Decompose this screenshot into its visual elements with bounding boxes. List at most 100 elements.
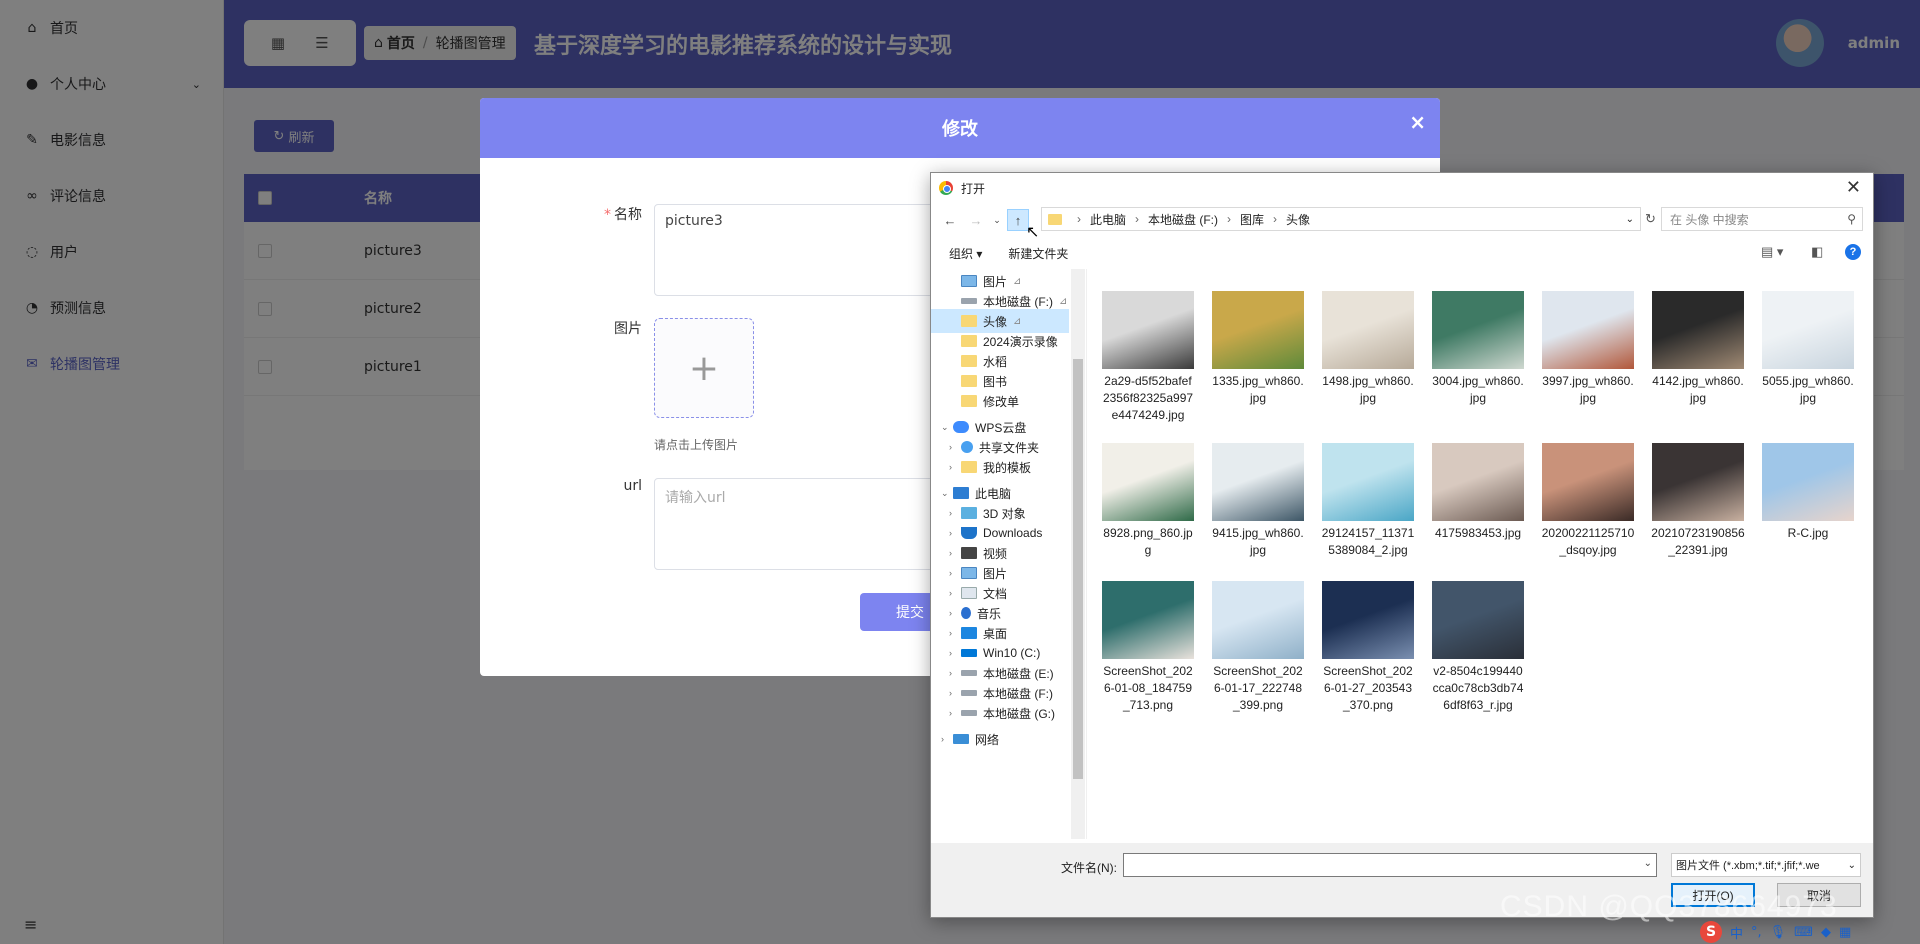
back-icon[interactable]: ← bbox=[939, 209, 961, 231]
tree-item-label: 我的模板 bbox=[983, 460, 1032, 475]
refresh-icon[interactable]: ↻ bbox=[1645, 211, 1656, 227]
breadcrumb-item[interactable]: 本地磁盘 (F:) bbox=[1148, 211, 1218, 228]
sogou-icon[interactable]: S bbox=[1700, 921, 1722, 943]
ime-mode[interactable]: 中 bbox=[1730, 923, 1743, 942]
pin-icon: ⊿ bbox=[1013, 275, 1022, 287]
forward-icon[interactable]: → bbox=[965, 209, 987, 231]
chevron-right-icon[interactable]: › bbox=[949, 628, 952, 638]
image-upload[interactable]: + bbox=[654, 318, 754, 418]
skin-icon[interactable]: ◆ bbox=[1821, 925, 1831, 940]
chevron-down-icon[interactable]: ⌄ bbox=[1644, 858, 1652, 869]
file-name: 29124157_113715389084_2.jpg bbox=[1321, 526, 1415, 557]
file-thumbnail bbox=[1212, 291, 1304, 369]
chevron-down-icon[interactable]: ⌄ bbox=[941, 488, 949, 499]
breadcrumb-item[interactable]: 图库 bbox=[1240, 211, 1264, 228]
toolbox-icon[interactable]: ▦ bbox=[1839, 925, 1851, 940]
tree-item[interactable]: › 我的模板 bbox=[949, 455, 1032, 479]
file-name: 2a29-d5f52bafef2356f82325a997e4474249.jp… bbox=[1102, 374, 1194, 422]
new-folder-button[interactable]: 新建文件夹 bbox=[1008, 245, 1068, 262]
tree-item[interactable]: › 本地磁盘 (G:) bbox=[949, 701, 1055, 725]
tree-item-label: Win10 (C:) bbox=[983, 646, 1041, 660]
chevron-right-icon[interactable]: › bbox=[949, 528, 952, 538]
chevron-right-icon[interactable]: › bbox=[949, 668, 952, 678]
tree-item-label: 本地磁盘 (G:) bbox=[983, 706, 1055, 721]
close-icon[interactable]: ✕ bbox=[1846, 177, 1861, 198]
file-thumbnail bbox=[1652, 443, 1744, 521]
chevron-right-icon[interactable]: › bbox=[949, 648, 952, 658]
cube-icon bbox=[961, 507, 977, 519]
file-item[interactable]: ScreenShot_2026-01-08_184759_713.png bbox=[1101, 581, 1195, 714]
pin-icon: ⊿ bbox=[1059, 295, 1068, 307]
address-bar[interactable]: › 此电脑 › 本地磁盘 (F:) › 图库 › 头像 ⌄ bbox=[1041, 207, 1641, 231]
file-thumbnail bbox=[1542, 291, 1634, 369]
file-item[interactable]: v2-8504c199440cca0c78cb3db746df8f63_r.jp… bbox=[1431, 581, 1525, 714]
chevron-right-icon[interactable]: › bbox=[949, 588, 952, 598]
file-item[interactable]: 4175983453.jpg bbox=[1431, 443, 1525, 542]
file-thumbnail bbox=[1212, 443, 1304, 521]
chevron-right-icon[interactable]: › bbox=[949, 688, 952, 698]
chevron-right-icon[interactable]: › bbox=[949, 462, 952, 472]
punctuation-icon[interactable]: °, bbox=[1751, 925, 1762, 940]
image-row: 图片 + 请点击上传图片 bbox=[480, 318, 754, 453]
file-name: v2-8504c199440cca0c78cb3db746df8f63_r.jp… bbox=[1432, 664, 1524, 712]
file-thumbnail bbox=[1432, 581, 1524, 659]
file-thumbnail bbox=[1212, 581, 1304, 659]
tree-item-label: 2024演示录像 bbox=[983, 334, 1058, 349]
file-item[interactable]: 20210723190856_22391.jpg bbox=[1651, 443, 1745, 559]
scrollbar-thumb[interactable] bbox=[1073, 359, 1083, 779]
file-name: 8928.png_860.jpg bbox=[1103, 526, 1193, 557]
tree-scrollbar[interactable] bbox=[1071, 269, 1085, 839]
file-item[interactable]: 29124157_113715389084_2.jpg bbox=[1321, 443, 1415, 559]
tree-item-label: 共享文件夹 bbox=[979, 440, 1040, 455]
keyboard-icon[interactable]: ⌨ bbox=[1794, 925, 1813, 940]
microphone-icon[interactable]: 🎙 bbox=[1770, 925, 1787, 940]
chevron-right-icon[interactable]: › bbox=[949, 608, 952, 618]
tree-item-label: 图片 bbox=[983, 274, 1008, 289]
file-item[interactable]: ScreenShot_2026-01-17_222748_399.png bbox=[1211, 581, 1305, 714]
file-item[interactable]: 1498.jpg_wh860.jpg bbox=[1321, 291, 1415, 407]
search-icon: ⚲ bbox=[1847, 212, 1856, 226]
file-item[interactable]: 9415.jpg_wh860.jpg bbox=[1211, 443, 1305, 559]
chevron-down-icon[interactable]: ⌄ bbox=[941, 422, 949, 433]
chevron-right-icon[interactable]: › bbox=[941, 734, 944, 744]
file-thumbnail bbox=[1322, 443, 1414, 521]
chevron-right-icon[interactable]: › bbox=[949, 442, 952, 452]
chrome-icon bbox=[939, 181, 953, 195]
close-icon[interactable]: × bbox=[1409, 110, 1426, 134]
filename-input[interactable]: ⌄ bbox=[1123, 853, 1657, 877]
chevron-right-icon[interactable]: › bbox=[949, 708, 952, 718]
recent-dropdown-icon[interactable]: ⌄ bbox=[991, 209, 1003, 231]
file-item[interactable]: 3997.jpg_wh860.jpg bbox=[1541, 291, 1635, 407]
tree-item-label: 本地磁盘 (F:) bbox=[983, 686, 1053, 701]
chevron-down-icon[interactable]: ⌄ bbox=[1626, 214, 1634, 225]
file-name: 4175983453.jpg bbox=[1434, 526, 1522, 540]
file-name: 20210723190856_22391.jpg bbox=[1651, 526, 1745, 557]
folder-icon bbox=[961, 315, 977, 327]
search-input[interactable]: 在 头像 中搜索 ⚲ bbox=[1661, 207, 1863, 231]
dialog-toolbar: 组织 ▾ 新建文件夹 ▤ ▾ ◧ ? bbox=[931, 237, 1873, 269]
chevron-right-icon[interactable]: › bbox=[949, 548, 952, 558]
pic-icon bbox=[961, 275, 977, 287]
file-item[interactable]: 3004.jpg_wh860.jpg bbox=[1431, 291, 1525, 407]
view-options-icon[interactable]: ▤ ▾ bbox=[1761, 244, 1783, 260]
file-item[interactable]: 8928.png_860.jpg bbox=[1101, 443, 1195, 559]
tree-item[interactable]: › 网络 bbox=[941, 727, 999, 751]
file-item[interactable]: 4142.jpg_wh860.jpg bbox=[1651, 291, 1745, 407]
cloud-icon bbox=[953, 421, 969, 433]
filetype-select[interactable]: 图片文件 (*.xbm;*.tif;*.jfif;*.we ⌄ bbox=[1671, 853, 1861, 877]
help-icon[interactable]: ? bbox=[1845, 244, 1861, 260]
organize-menu[interactable]: 组织 ▾ bbox=[949, 245, 982, 262]
file-item[interactable]: 2a29-d5f52bafef2356f82325a997e4474249.jp… bbox=[1101, 291, 1195, 424]
breadcrumb-item[interactable]: 此电脑 bbox=[1090, 211, 1126, 228]
file-item[interactable]: 1335.jpg_wh860.jpg bbox=[1211, 291, 1305, 407]
breadcrumb-item[interactable]: 头像 bbox=[1286, 211, 1310, 228]
file-item[interactable]: 20200221125710_dsqoy.jpg bbox=[1541, 443, 1635, 559]
tree-item-label: 修改单 bbox=[983, 394, 1020, 409]
file-item[interactable]: R-C.jpg bbox=[1761, 443, 1855, 542]
chevron-right-icon[interactable]: › bbox=[949, 568, 952, 578]
tree-item[interactable]: 修改单 bbox=[961, 389, 1019, 413]
preview-pane-icon[interactable]: ◧ bbox=[1811, 244, 1823, 260]
file-item[interactable]: ScreenShot_2026-01-27_203543_370.png bbox=[1321, 581, 1415, 714]
chevron-right-icon[interactable]: › bbox=[949, 508, 952, 518]
file-item[interactable]: 5055.jpg_wh860.jpg bbox=[1761, 291, 1855, 407]
